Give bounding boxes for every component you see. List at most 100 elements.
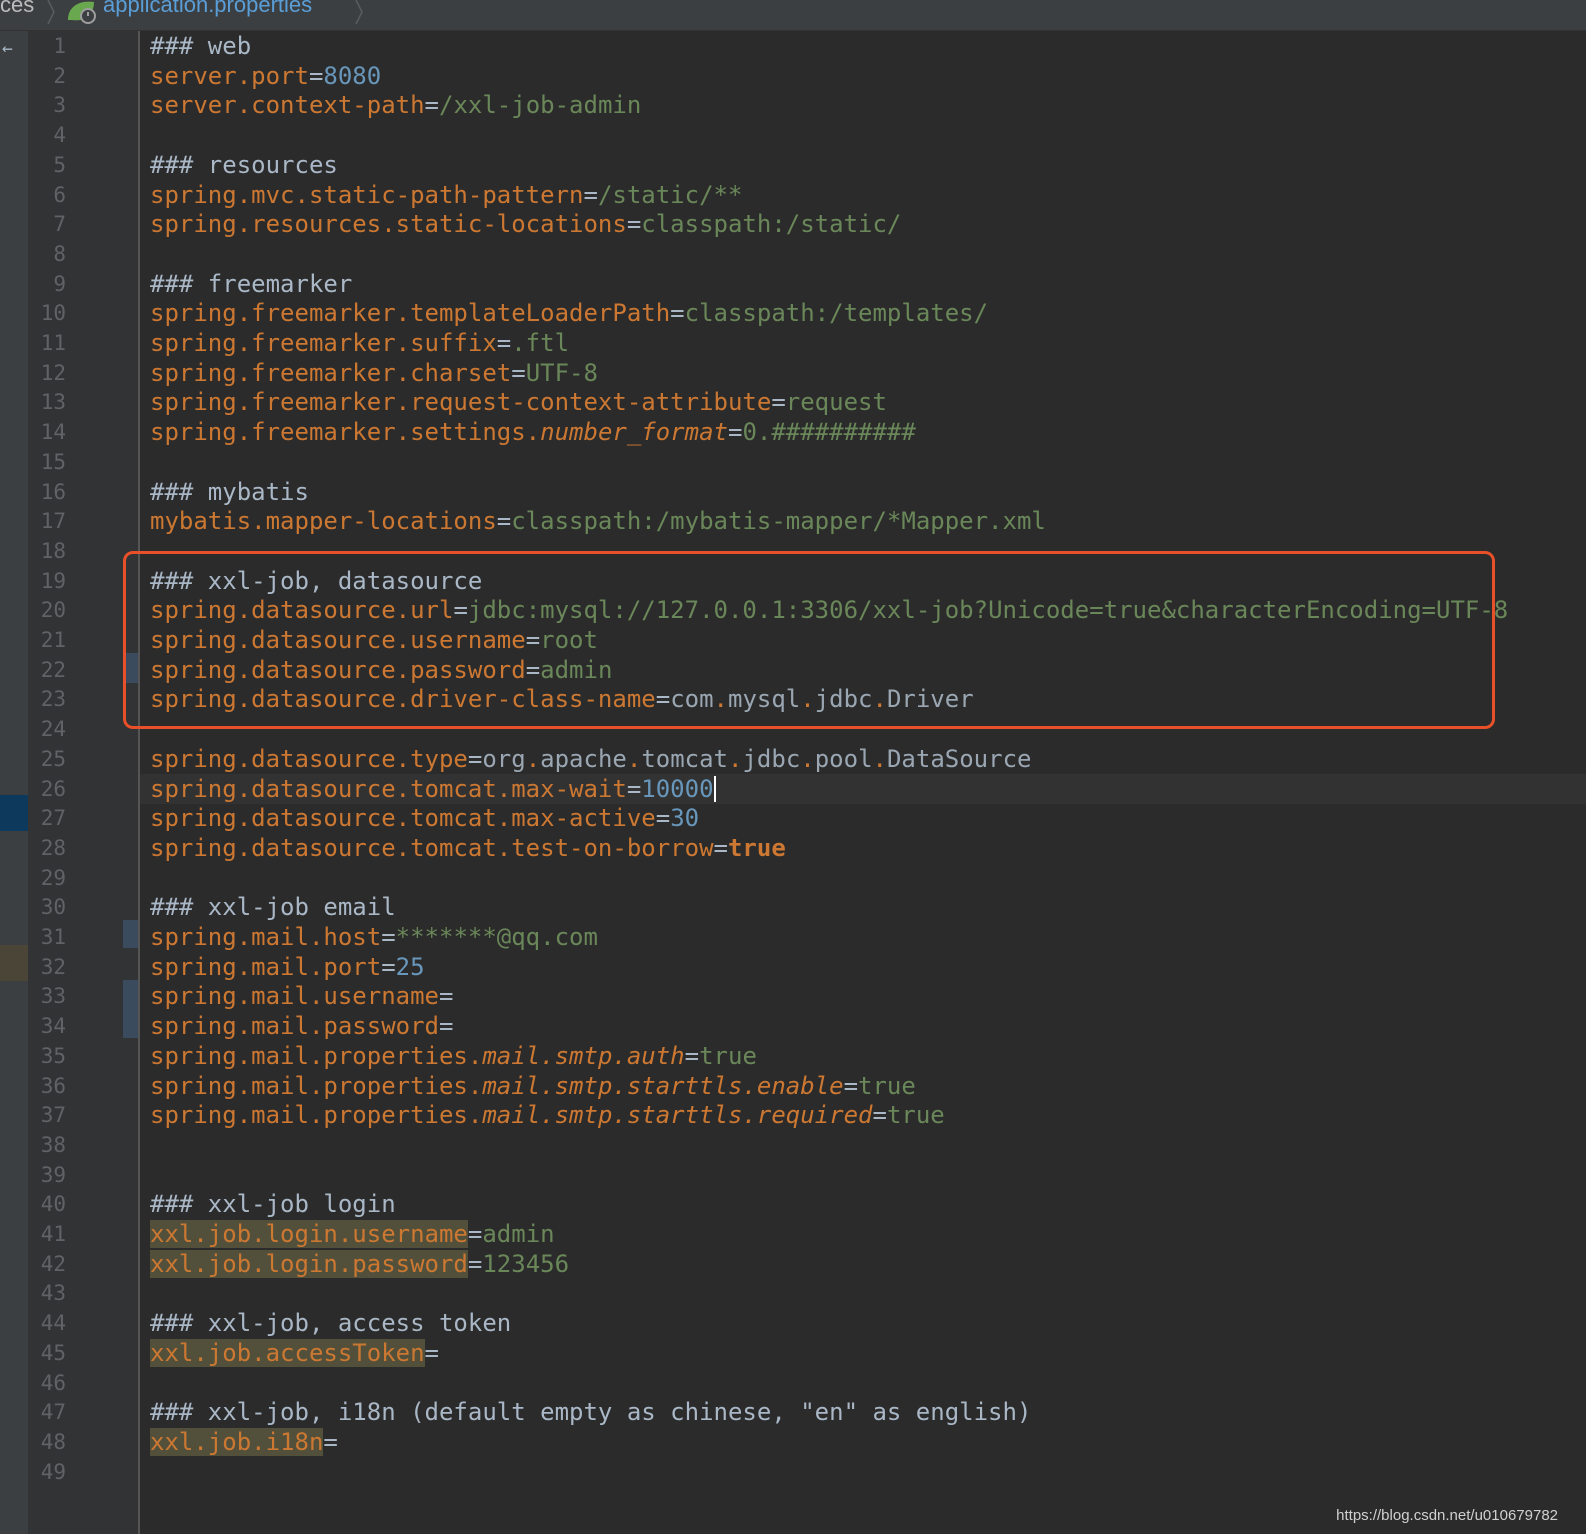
breadcrumb-parent[interactable]: ces [0, 0, 34, 18]
code-token: server.context-path [150, 91, 425, 120]
code-line[interactable]: xxl.job.login.username=admin [150, 1219, 555, 1249]
code-line[interactable]: xxl.job.login.password=123456 [150, 1249, 569, 1279]
code-token: spring.datasource.tomcat.test-on-borrow [150, 833, 714, 862]
code-line[interactable]: server.port=8080 [150, 61, 381, 91]
code-line[interactable]: spring.freemarker.request-context-attrib… [150, 387, 887, 417]
change-marker[interactable] [123, 920, 138, 948]
code-line[interactable]: spring.datasource.tomcat.test-on-borrow=… [150, 833, 786, 863]
code-token: spring.freemarker.templateLoaderPath [150, 299, 671, 328]
code-token: xxl.job.login.password [150, 1249, 468, 1278]
line-number: 17 [40, 509, 66, 534]
code-line[interactable]: spring.datasource.tomcat.max-active=30 [150, 803, 699, 833]
code-token: spring.mail.properties. [150, 1071, 483, 1100]
code-token: admin [482, 1220, 555, 1248]
code-token: spring.mail.username [150, 982, 439, 1011]
code-line[interactable]: spring.mvc.static-path-pattern=/static/*… [150, 180, 742, 210]
code-token: 25 [395, 952, 425, 981]
code-token: ### resources [150, 150, 338, 179]
code-line[interactable]: ### xxl-job, i18n (default empty as chin… [150, 1397, 1031, 1427]
code-token: classpath:/static/ [641, 210, 902, 239]
line-number: 19 [40, 568, 66, 593]
code-line[interactable]: server.context-path=/xxl-job-admin [150, 90, 641, 120]
code-token: mail.smtp.auth [482, 1041, 685, 1070]
code-token: = [684, 1041, 700, 1070]
code-token: tomcat [641, 744, 729, 773]
code-line[interactable]: spring.datasource.tomcat.max-wait=10000 [150, 774, 716, 804]
code-line[interactable]: spring.mail.password= [150, 1011, 453, 1041]
code-token: ### freemarker [150, 269, 353, 298]
code-token: spring.resources.static-locations [150, 210, 627, 239]
line-number: 31 [40, 925, 66, 949]
line-number: 18 [40, 538, 66, 563]
line-number: 7 [53, 212, 66, 237]
code-line[interactable]: mybatis.mapper-locations=classpath:/myba… [150, 506, 1046, 536]
code-token: spring.datasource.tomcat.max-active [150, 804, 656, 833]
code-token: . [872, 744, 887, 773]
change-marker[interactable] [123, 980, 138, 1038]
line-number: 40 [40, 1192, 66, 1217]
line-number: 28 [40, 835, 66, 860]
code-line[interactable]: spring.mail.host=*******@qq.com [150, 922, 598, 952]
code-token: spring.mail.port [150, 952, 382, 981]
code-token: ### mybatis [150, 477, 309, 506]
code-token: spring.mail.host [150, 923, 382, 951]
code-line[interactable]: ### xxl-job email [150, 892, 396, 922]
back-arrow-icon[interactable]: ← [2, 38, 13, 59]
code-token: spring.freemarker.charset [150, 358, 512, 387]
code-line[interactable]: spring.mail.properties.mail.smtp.starttl… [150, 1071, 916, 1101]
line-number: 21 [40, 628, 66, 652]
code-line[interactable]: spring.freemarker.suffix=.ftl [150, 328, 569, 358]
code-line[interactable]: spring.resources.static-locations=classp… [150, 209, 901, 239]
code-token: spring.datasource.type [150, 744, 468, 773]
breadcrumb-file[interactable]: application.properties [103, 0, 312, 18]
code-line[interactable]: ### resources [150, 150, 338, 180]
strip-bookmark-marker[interactable] [0, 945, 28, 981]
code-line[interactable]: ### xxl-job, access token [150, 1308, 511, 1338]
code-line[interactable]: spring.freemarker.templateLoaderPath=cla… [150, 298, 988, 328]
line-number: 4 [53, 123, 66, 148]
code-token: apache [540, 744, 627, 773]
code-token: request [785, 388, 887, 417]
line-number: 5 [53, 152, 66, 177]
code-token: 8080 [323, 61, 382, 90]
code-token: = [843, 1071, 859, 1100]
code-line[interactable]: spring.mail.port=25 [150, 952, 425, 982]
breadcrumb-chevron-icon [355, 0, 363, 24]
code-line[interactable]: xxl.job.accessToken= [150, 1338, 439, 1368]
code-token: jdbc [742, 744, 801, 773]
code-token: ### xxl-job, i18n (default empty as chin… [150, 1398, 1032, 1427]
line-number: 3 [53, 93, 66, 118]
text-caret [713, 775, 716, 802]
line-number: 35 [40, 1043, 66, 1068]
code-line[interactable]: xxl.job.i18n= [150, 1427, 338, 1457]
strip-bookmark-marker[interactable] [0, 795, 28, 831]
code-token: .ftl [511, 329, 570, 357]
code-token: = [467, 1220, 483, 1248]
code-line[interactable]: ### freemarker [150, 269, 352, 299]
code-line[interactable]: ### mybatis [150, 477, 309, 507]
code-line[interactable]: spring.mail.properties.mail.smtp.auth=tr… [150, 1041, 757, 1071]
code-line[interactable]: spring.datasource.type=org.apache.tomcat… [150, 744, 1031, 774]
code-token: = [308, 61, 324, 90]
code-line[interactable]: spring.mail.properties.mail.smtp.starttl… [150, 1100, 945, 1130]
code-token: true [699, 1041, 757, 1070]
code-line[interactable]: spring.freemarker.settings.number_format… [150, 417, 916, 447]
code-token: spring.mail.password [150, 1012, 439, 1041]
line-number: 12 [40, 360, 66, 385]
code-line[interactable]: spring.mail.username= [150, 981, 453, 1011]
code-token: ### xxl-job email [150, 893, 396, 922]
line-number: 1 [53, 34, 66, 58]
code-token: = [511, 358, 526, 387]
datasource-highlight-box [123, 551, 1495, 729]
line-number: 47 [40, 1400, 66, 1425]
code-token: xxl.job.i18n [150, 1427, 324, 1456]
code-line[interactable]: ### web [150, 31, 251, 61]
code-token: = [583, 180, 598, 209]
line-number: 49 [40, 1459, 66, 1484]
line-number: 39 [40, 1162, 66, 1187]
code-token: = [727, 418, 743, 447]
code-line[interactable]: spring.freemarker.charset=UTF-8 [150, 358, 598, 388]
code-line[interactable]: ### xxl-job login [150, 1189, 396, 1219]
code-token: classpath:/templates/ [684, 299, 989, 328]
line-number: 16 [40, 479, 66, 504]
